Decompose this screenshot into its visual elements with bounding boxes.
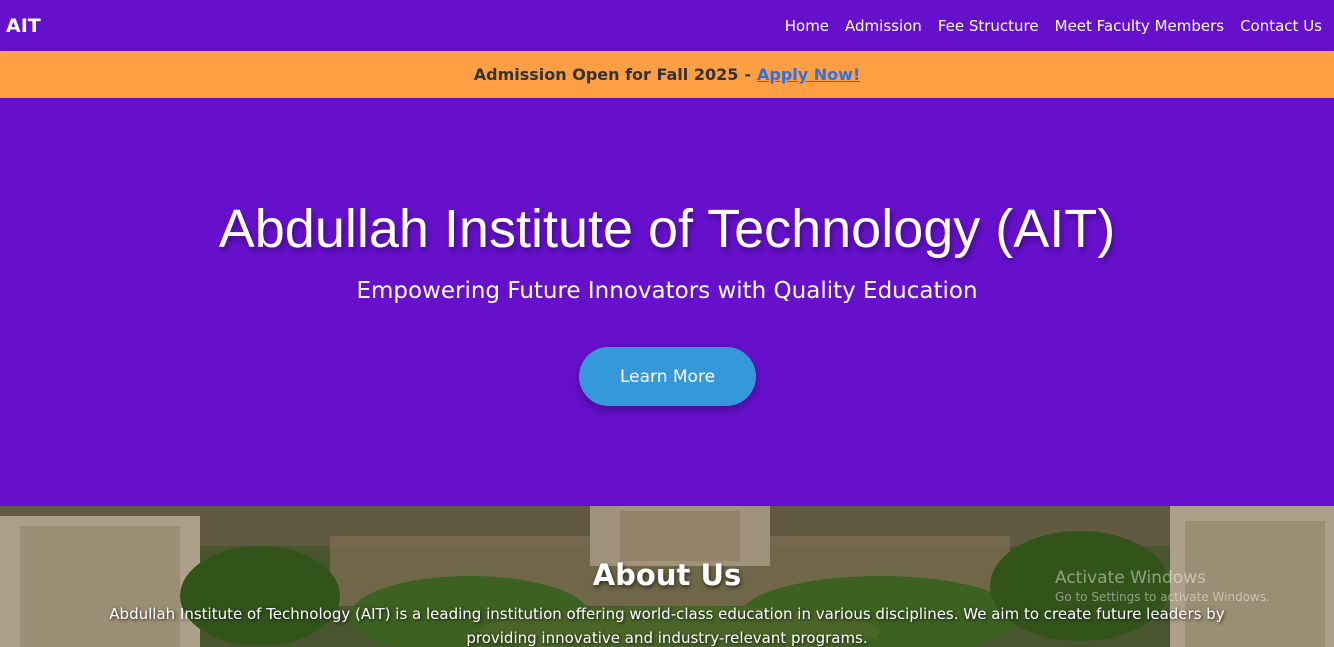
- apply-now-link[interactable]: Apply Now!: [757, 65, 860, 84]
- hero-title: Abdullah Institute of Technology (AIT): [218, 199, 1116, 259]
- about-text: Abdullah Institute of Technology (AIT) i…: [109, 605, 1225, 647]
- watermark-subtitle: Go to Settings to activate Windows.: [1055, 590, 1270, 604]
- watermark-title: Activate Windows: [1055, 568, 1206, 588]
- nav-link-fee-structure[interactable]: Fee Structure: [938, 17, 1039, 35]
- top-navbar: AIT Home Admission Fee Structure Meet Fa…: [0, 0, 1334, 51]
- about-section: About Us Abdullah Institute of Technolog…: [0, 506, 1334, 647]
- nav-link-faculty[interactable]: Meet Faculty Members: [1055, 17, 1224, 35]
- learn-more-button[interactable]: Learn More: [579, 347, 756, 406]
- nav-links: Home Admission Fee Structure Meet Facult…: [785, 17, 1322, 35]
- hero-subtitle: Empowering Future Innovators with Qualit…: [356, 278, 978, 304]
- banner-text: Admission Open for Fall 2025: [473, 65, 739, 84]
- nav-link-contact[interactable]: Contact Us: [1240, 17, 1322, 35]
- banner-separator: -: [744, 65, 752, 84]
- activate-windows-watermark: Activate Windows Go to Settings to activ…: [1055, 568, 1270, 604]
- admission-banner: Admission Open for Fall 2025 - Apply Now…: [0, 51, 1334, 98]
- hero-section: Abdullah Institute of Technology (AIT) E…: [0, 98, 1334, 506]
- nav-link-home[interactable]: Home: [785, 17, 829, 35]
- brand-logo[interactable]: AIT: [6, 15, 41, 37]
- nav-link-admission[interactable]: Admission: [845, 17, 922, 35]
